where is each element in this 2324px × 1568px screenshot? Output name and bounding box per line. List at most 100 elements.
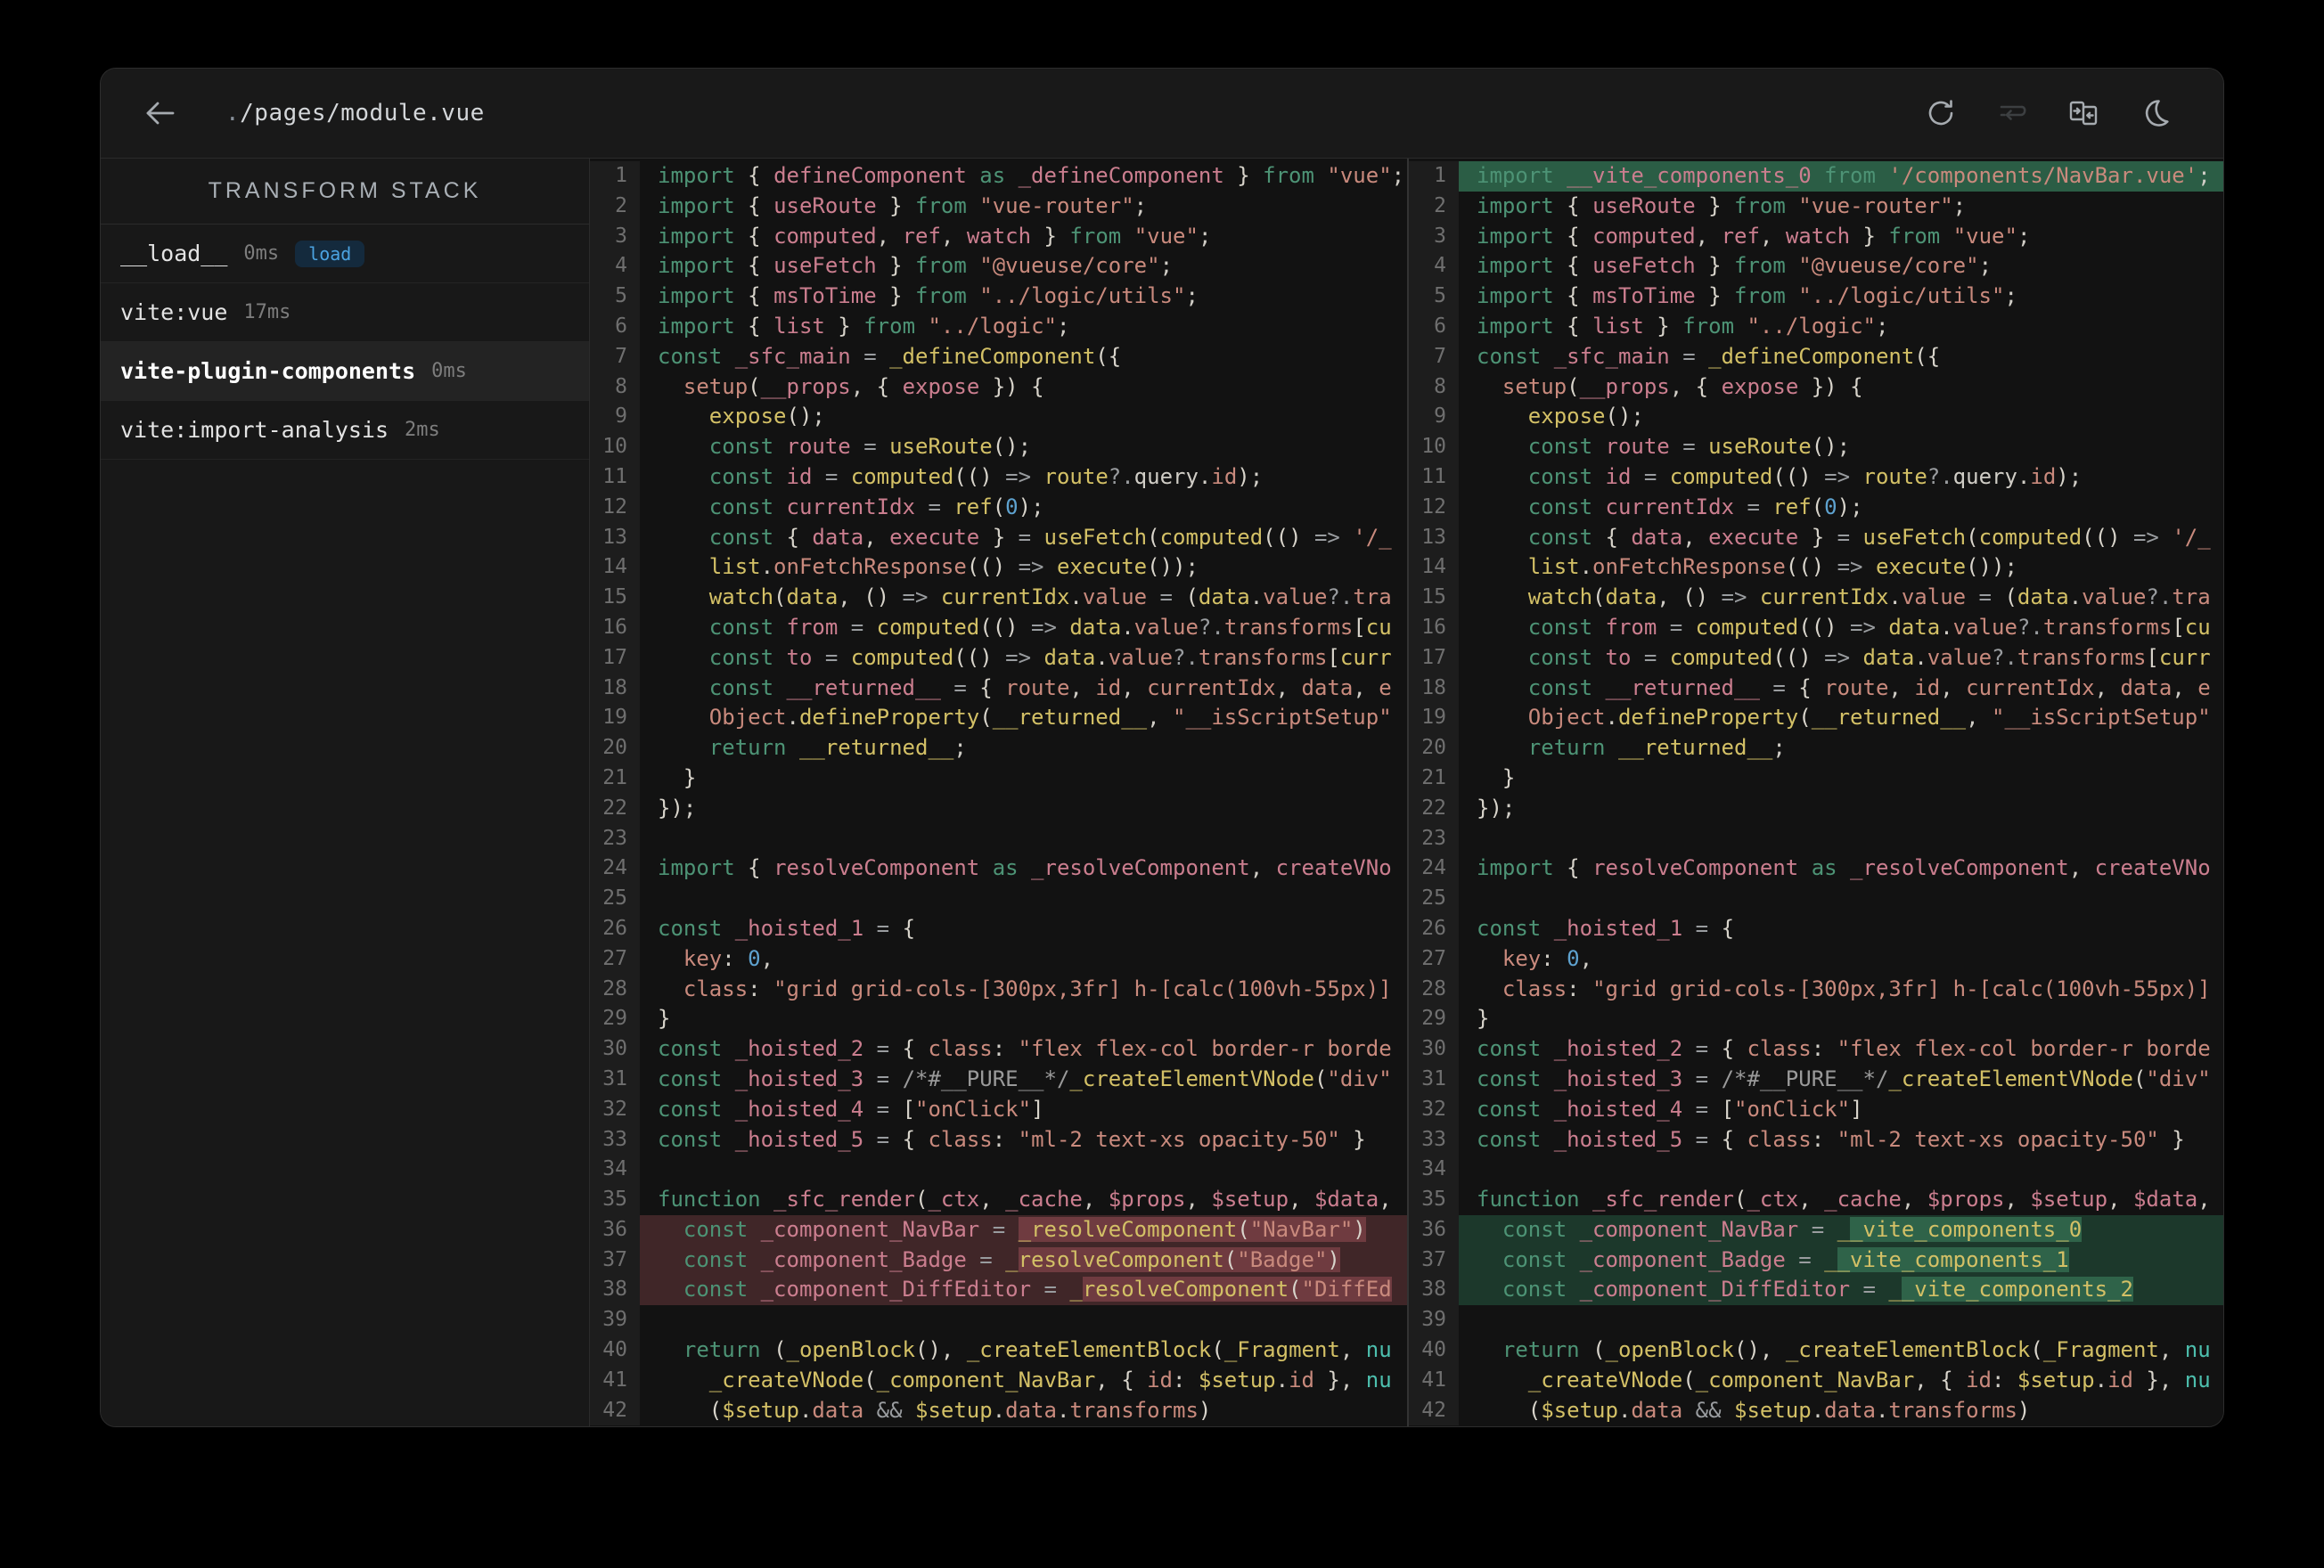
code-line: 23 <box>1409 823 2223 854</box>
code-line: 15 watch(data, () => currentIdx.value = … <box>1409 583 2223 613</box>
code-line: 3 import { computed, ref, watch } from "v… <box>1409 221 2223 252</box>
code-line: 38 const _component_DiffEditor = _resolv… <box>590 1275 1407 1306</box>
code-text: const _hoisted_3 = /*#__PURE__*/_createE… <box>1477 1066 2211 1091</box>
line-number: 10 <box>590 432 640 462</box>
line-number: 13 <box>1409 522 1459 553</box>
line-number: 23 <box>590 823 640 854</box>
line-number: 11 <box>590 461 640 493</box>
code-text: } <box>658 1006 671 1032</box>
code-line: 22}); <box>590 793 1407 824</box>
line-number: 19 <box>590 703 640 734</box>
code-text: const _hoisted_5 = { class: "ml-2 text-x… <box>1477 1126 2185 1152</box>
code-line: 6 import { list } from "../logic"; <box>590 311 1407 342</box>
line-number: 31 <box>590 1064 640 1095</box>
line-number: 23 <box>1409 823 1459 854</box>
code-panel-after[interactable]: 1 import __vite_components_0 from '/compo… <box>1407 159 2223 1426</box>
stack-item-vite:vue[interactable]: vite:vue 17ms <box>101 283 589 342</box>
code-line: 40 return (_openBlock(), _createElementB… <box>1409 1335 2223 1366</box>
code-text: expose(); <box>1527 404 1644 429</box>
code-line: 30 const _hoisted_2 = { class: "flex flex… <box>1409 1034 2223 1065</box>
code-line: 27 key: 0, <box>1409 943 2223 975</box>
code-text: const _hoisted_4 = ["onClick"] <box>1477 1096 1863 1122</box>
stack-item-__load__[interactable]: __load__ 0ms load <box>101 225 589 283</box>
code-line: 19 Object.defineProperty(__returned__, "… <box>1409 703 2223 734</box>
line-number: 14 <box>1409 552 1459 584</box>
refresh-button[interactable] <box>1924 96 1958 130</box>
code-text: _createVNode(_component_NavBar, { id: $s… <box>708 1367 1392 1392</box>
code-text: ($setup.data && $setup.data.transforms) <box>1527 1397 2031 1423</box>
line-number: 15 <box>1409 583 1459 613</box>
stack-item-vite-plugin-components[interactable]: vite-plugin-components 0ms <box>101 342 589 401</box>
code-text: import { resolveComponent as _resolveCom… <box>1477 855 2211 881</box>
code-line: 16 const from = computed(() => data.valu… <box>590 612 1407 643</box>
code-text: const _hoisted_3 = /*#__PURE__*/_createE… <box>658 1066 1392 1091</box>
line-number: 8 <box>590 372 640 403</box>
code-panel-before[interactable]: 1 import { defineComponent as _defineComp… <box>590 159 1407 1426</box>
line-number: 29 <box>590 1004 640 1035</box>
code-line: 9 expose(); <box>590 402 1407 433</box>
line-number: 6 <box>590 311 640 342</box>
code-line: 1 import __vite_components_0 from '/compo… <box>1409 161 2223 192</box>
code-text: const _component_Badge = _resolveCompone… <box>640 1245 1407 1276</box>
code-line: 11 const id = computed(() => route?.quer… <box>590 461 1407 493</box>
code-line: 26 const _hoisted_1 = { <box>590 913 1407 944</box>
code-line: 12 const currentIdx = ref(0); <box>590 492 1407 523</box>
code-line: 34 <box>590 1155 1407 1186</box>
line-number: 42 <box>1409 1395 1459 1426</box>
code-text: key: 0, <box>1502 945 1593 971</box>
code-text: const { data, execute } = useFetch(compu… <box>1527 524 2211 550</box>
line-number: 5 <box>590 282 640 312</box>
line-number: 40 <box>590 1335 640 1366</box>
code-line: 21 } <box>590 763 1407 794</box>
code-text: const to = computed(() => data.value?.tr… <box>1527 644 2211 670</box>
code-text: }); <box>1477 795 1516 821</box>
code-line: 8 setup(__props, { expose }) { <box>1409 372 2223 403</box>
code-text: const _hoisted_2 = { class: "flex flex-c… <box>1477 1036 2211 1062</box>
line-number: 30 <box>1409 1034 1459 1065</box>
stack-item-name: vite:vue <box>120 299 228 325</box>
code-line: 18 const __returned__ = { route, id, cur… <box>590 673 1407 704</box>
code-line: 27 key: 0, <box>590 943 1407 975</box>
line-number: 28 <box>590 974 640 1005</box>
code-text: const to = computed(() => data.value?.tr… <box>708 644 1392 670</box>
line-number: 32 <box>590 1094 640 1125</box>
code-text: const route = useRoute(); <box>708 434 1032 460</box>
code-text: const { data, execute } = useFetch(compu… <box>708 524 1392 550</box>
line-number: 32 <box>1409 1094 1459 1125</box>
stack-item-name: __load__ <box>120 241 228 266</box>
code-line: 3 import { computed, ref, watch } from "v… <box>590 221 1407 252</box>
inspector-window: ./pages/module.vue TRANSFORM STACK __loa… <box>100 68 2224 1427</box>
line-wrap-button[interactable] <box>1995 96 2029 130</box>
code-line: 11 const id = computed(() => route?.quer… <box>1409 461 2223 493</box>
line-number: 22 <box>590 793 640 824</box>
line-number: 6 <box>1409 311 1459 342</box>
code-line: 41 _createVNode(_component_NavBar, { id:… <box>1409 1365 2223 1396</box>
code-line: 40 return (_openBlock(), _createElementB… <box>590 1335 1407 1366</box>
line-number: 5 <box>1409 282 1459 312</box>
code-line: 28 class: "grid grid-cols-[300px,3fr] h-… <box>1409 974 2223 1005</box>
line-number: 39 <box>590 1305 640 1336</box>
line-number: 33 <box>1409 1124 1459 1156</box>
line-number: 24 <box>1409 853 1459 885</box>
line-number: 1 <box>590 161 640 192</box>
stack-item-time: 2ms <box>405 419 440 441</box>
line-number: 26 <box>590 913 640 944</box>
code-line: 42 ($setup.data && $setup.data.transform… <box>590 1395 1407 1426</box>
line-number: 21 <box>590 763 640 794</box>
dark-mode-toggle-button[interactable] <box>2138 96 2172 130</box>
line-number: 9 <box>590 402 640 433</box>
side-by-side-toggle-button[interactable] <box>2066 96 2100 130</box>
code-text: import { useRoute } from "vue-router"; <box>1477 192 1967 218</box>
stack-item-vite:import-analysis[interactable]: vite:import-analysis 2ms <box>101 401 589 460</box>
code-line: 18 const __returned__ = { route, id, cur… <box>1409 673 2223 704</box>
line-number: 18 <box>1409 673 1459 704</box>
line-number: 4 <box>1409 251 1459 282</box>
line-number: 35 <box>1409 1185 1459 1215</box>
code-text: watch(data, () => currentIdx.value = (da… <box>708 584 1392 610</box>
back-button[interactable] <box>140 95 179 131</box>
main-content: TRANSFORM STACK __load__ 0ms load vite:vue 1… <box>101 159 2223 1426</box>
line-number: 7 <box>590 341 640 372</box>
